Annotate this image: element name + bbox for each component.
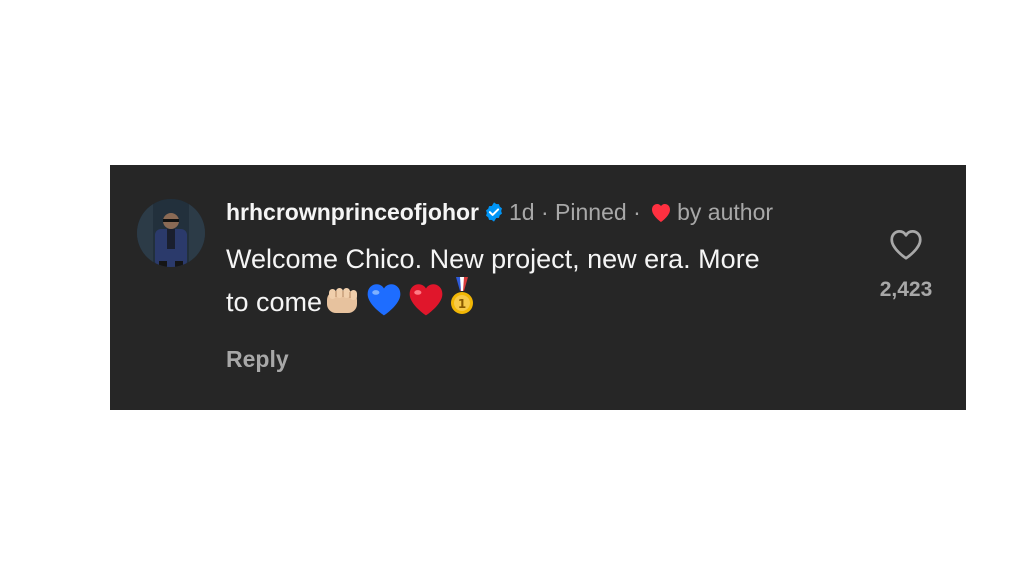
comment-text: Welcome Chico. New project, new era. Mor… xyxy=(226,242,786,326)
like-heart-icon[interactable] xyxy=(888,227,924,266)
avatar[interactable] xyxy=(137,199,205,267)
verified-badge-icon xyxy=(483,200,505,230)
comment-card: hrhcrownprinceofjohor 1d · Pinned · by au… xyxy=(110,165,966,410)
like-count: 2,423 xyxy=(879,278,933,301)
liked-by-author-text: by author xyxy=(677,199,774,225)
svg-text:1: 1 xyxy=(458,297,466,311)
separator-dot: · xyxy=(540,199,549,225)
comment-text-content: Welcome Chico. New project, new era. Mor… xyxy=(226,244,760,317)
time-ago: 1d xyxy=(509,199,535,225)
comment-body: hrhcrownprinceofjohor 1d · Pinned · by au… xyxy=(226,197,786,373)
gold-medal-emoji-icon: 1 xyxy=(448,277,476,326)
separator-dot: · xyxy=(633,199,641,225)
comment-meta: hrhcrownprinceofjohor 1d · Pinned · by au… xyxy=(226,197,786,230)
liked-heart-icon xyxy=(649,200,673,230)
username-link[interactable]: hrhcrownprinceofjohor xyxy=(226,199,479,225)
red-heart-emoji-icon xyxy=(406,281,446,326)
pinned-label: Pinned xyxy=(555,199,627,225)
fist-bump-emoji-icon xyxy=(324,283,362,326)
like-section: 2,423 xyxy=(866,227,946,302)
reply-button[interactable]: Reply xyxy=(226,346,289,373)
blue-heart-emoji-icon xyxy=(364,281,404,326)
